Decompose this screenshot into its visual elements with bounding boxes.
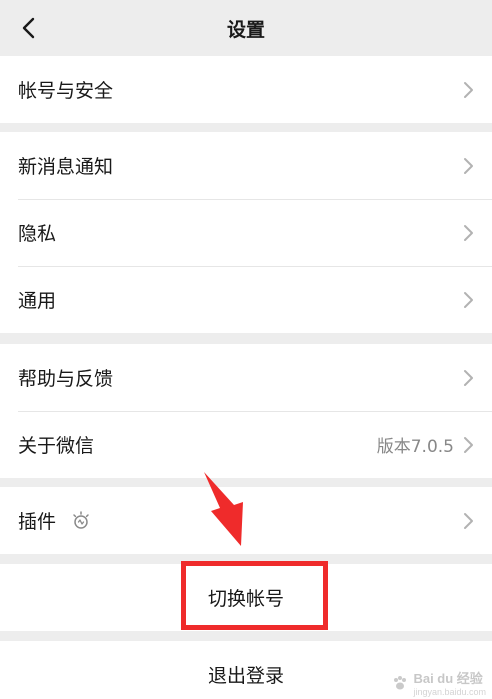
logout-label: 退出登录 bbox=[207, 665, 284, 687]
chevron-right-icon bbox=[464, 157, 473, 174]
navbar: 设置 bbox=[0, 0, 492, 56]
settings-group-general: 新消息通知 隐私 通用 bbox=[0, 132, 492, 333]
chevron-left-icon bbox=[22, 17, 35, 39]
chevron-right-icon bbox=[464, 512, 473, 529]
row-label: 插件 bbox=[18, 511, 57, 533]
chevron-right-icon bbox=[464, 291, 473, 308]
row-account-security[interactable]: 帐号与安全 bbox=[0, 56, 492, 123]
page-title: 设置 bbox=[226, 18, 265, 41]
row-label: 通用 bbox=[18, 290, 57, 312]
row-privacy[interactable]: 隐私 bbox=[0, 199, 492, 266]
row-help-feedback[interactable]: 帮助与反馈 bbox=[0, 344, 492, 411]
row-label: 新消息通知 bbox=[18, 156, 114, 178]
chevron-right-icon bbox=[464, 369, 473, 386]
back-button[interactable] bbox=[10, 10, 46, 46]
baidu-paw-icon bbox=[394, 675, 407, 689]
row-label: 帐号与安全 bbox=[18, 80, 114, 102]
row-label: 关于微信 bbox=[18, 435, 95, 457]
row-new-message-notification[interactable]: 新消息通知 bbox=[0, 132, 492, 199]
row-label: 隐私 bbox=[18, 223, 57, 245]
chevron-right-icon bbox=[464, 81, 473, 98]
row-label: 帮助与反馈 bbox=[18, 368, 114, 390]
settings-group-about: 帮助与反馈 关于微信 版本7.0.5 bbox=[0, 344, 492, 478]
chevron-right-icon bbox=[464, 436, 473, 453]
settings-group-account: 帐号与安全 bbox=[0, 56, 492, 123]
watermark-text: Bai du 经验 bbox=[413, 671, 483, 686]
annotation-highlight-box bbox=[181, 561, 328, 630]
watermark: Bai du 经验 jingyan.baidu.com bbox=[391, 668, 486, 697]
watermark-sub: jingyan.baidu.com bbox=[413, 687, 486, 697]
row-about-wechat[interactable]: 关于微信 版本7.0.5 bbox=[0, 411, 492, 478]
row-general[interactable]: 通用 bbox=[0, 266, 492, 333]
chevron-right-icon bbox=[464, 224, 473, 241]
plugin-lightbulb-icon bbox=[73, 510, 89, 529]
annotation-arrow-icon bbox=[204, 472, 243, 546]
version-value: 版本7.0.5 bbox=[376, 437, 454, 457]
